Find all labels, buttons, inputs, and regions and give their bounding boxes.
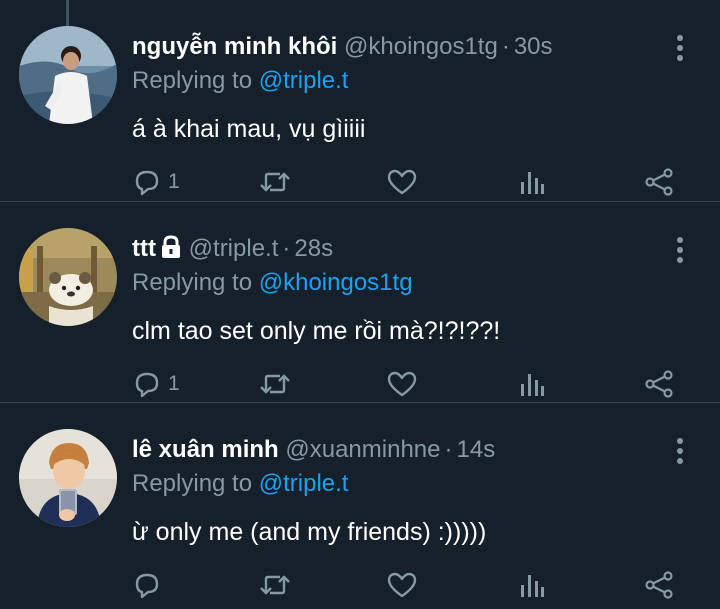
analytics-button[interactable] — [518, 166, 546, 198]
more-options-icon[interactable] — [670, 34, 690, 62]
avatar[interactable] — [19, 429, 117, 527]
share-button[interactable] — [644, 368, 674, 400]
retweet-button[interactable] — [258, 368, 292, 400]
replying-to: Replying to @triple.t — [132, 66, 348, 96]
reply-count: 1 — [168, 372, 180, 395]
like-icon — [387, 371, 417, 397]
replying-mention[interactable]: @khoingos1tg — [259, 269, 413, 296]
tweet-text: clm tao set only me rồi mà?!?!??! — [132, 317, 501, 345]
reply-button[interactable] — [132, 569, 168, 601]
display-name[interactable]: ttt — [132, 235, 156, 262]
avatar[interactable] — [19, 228, 117, 326]
retweet-icon — [260, 172, 290, 192]
analytics-button[interactable] — [518, 569, 546, 601]
lock-icon — [160, 235, 182, 267]
like-icon — [387, 572, 417, 598]
separator-dot: · — [501, 33, 510, 60]
user-handle[interactable]: @triple.t — [189, 235, 279, 262]
tweet-text: ừ only me (and my friends) :))))) — [132, 518, 487, 546]
replying-to: Replying to @khoingos1tg — [132, 268, 413, 298]
user-handle[interactable]: @xuanminhne — [285, 436, 440, 463]
display-name[interactable]: lê xuân minh — [132, 436, 279, 463]
like-button[interactable] — [386, 569, 418, 601]
share-button[interactable] — [644, 166, 674, 198]
tweet-actions: 1 — [0, 160, 720, 204]
reply-icon — [135, 170, 159, 196]
like-icon — [387, 169, 417, 195]
analytics-button[interactable] — [518, 368, 546, 400]
share-icon — [645, 370, 673, 398]
tweet-actions — [0, 563, 720, 607]
timestamp[interactable]: 28s — [294, 235, 333, 262]
separator-dot: · — [444, 436, 453, 463]
tweet[interactable]: nguyễn minh khôi @khoingos1tg · 30s Replyi… — [0, 0, 720, 200]
share-icon — [645, 571, 673, 599]
like-button[interactable] — [386, 166, 418, 198]
tweet-text: á à khai mau, vụ gìiiii — [132, 115, 366, 143]
replying-prefix: Replying to — [132, 470, 253, 497]
reply-icon — [135, 573, 159, 599]
retweet-button[interactable] — [258, 166, 292, 198]
tweet-actions: 1 — [0, 362, 720, 406]
analytics-icon — [521, 172, 544, 194]
timestamp[interactable]: 30s — [514, 33, 553, 60]
display-name[interactable]: nguyễn minh khôi — [132, 33, 337, 60]
like-button[interactable] — [386, 368, 418, 400]
reply-button[interactable]: 1 — [132, 166, 180, 198]
retweet-icon — [260, 575, 290, 595]
analytics-icon — [521, 374, 544, 396]
tweet-header: nguyễn minh khôi @khoingos1tg · 30s — [132, 32, 553, 62]
share-icon — [645, 168, 673, 196]
tweet[interactable]: ttt @triple.t · 28s Replying to @khoingos1… — [0, 201, 720, 402]
timestamp[interactable]: 14s — [457, 436, 496, 463]
share-button[interactable] — [644, 569, 674, 601]
replying-mention[interactable]: @triple.t — [259, 470, 349, 497]
retweet-button[interactable] — [258, 569, 292, 601]
tweet-header: lê xuân minh @xuanminhne · 14s — [132, 435, 495, 465]
separator-dot: · — [282, 235, 291, 262]
tweet[interactable]: lê xuân minh @xuanminhne · 14s Replying to… — [0, 402, 720, 603]
reply-count: 1 — [168, 170, 180, 193]
reply-icon — [135, 372, 159, 398]
replying-prefix: Replying to — [132, 269, 253, 296]
reply-button[interactable]: 1 — [132, 368, 180, 400]
analytics-icon — [521, 575, 544, 597]
replying-mention[interactable]: @triple.t — [259, 67, 349, 94]
tweet-header: ttt @triple.t · 28s — [132, 234, 333, 267]
replying-to: Replying to @triple.t — [132, 469, 348, 499]
avatar[interactable] — [19, 26, 117, 124]
replying-prefix: Replying to — [132, 67, 253, 94]
retweet-icon — [260, 374, 290, 394]
more-options-icon[interactable] — [670, 437, 690, 465]
user-handle[interactable]: @khoingos1tg — [344, 33, 498, 60]
more-options-icon[interactable] — [670, 236, 690, 264]
